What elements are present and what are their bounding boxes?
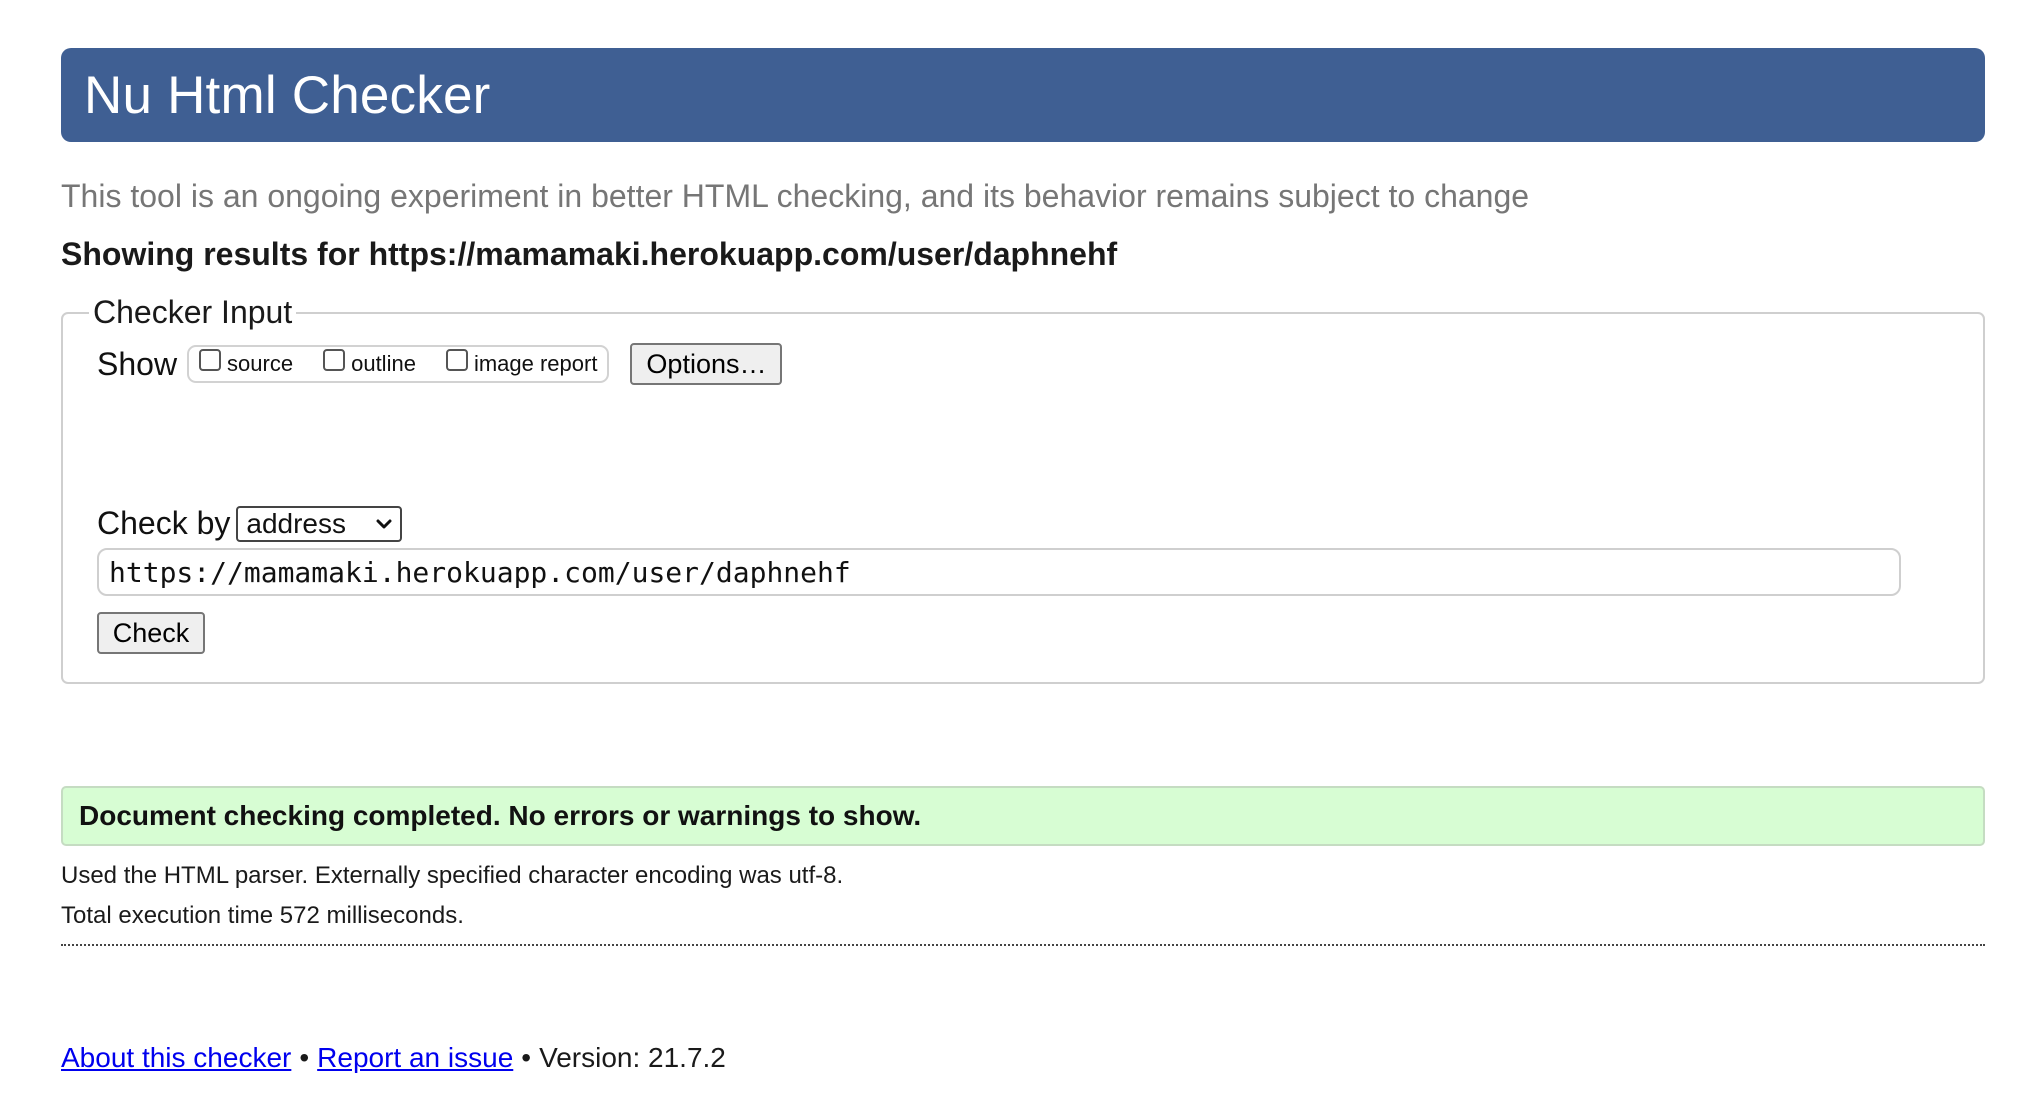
footer-separator: • (521, 1042, 532, 1073)
show-options-group: source outline image report (187, 345, 610, 383)
header-banner: Nu Html Checker (61, 48, 1985, 142)
outline-label: outline (351, 351, 416, 376)
page: Nu Html Checker This tool is an ongoing … (61, 0, 2030, 1074)
report-issue-link[interactable]: Report an issue (317, 1042, 513, 1073)
result-details: Used the HTML parser. Externally specifi… (61, 860, 2030, 932)
source-checkbox[interactable] (199, 349, 222, 371)
chevron-down-icon (376, 519, 392, 528)
image-report-label: image report (473, 351, 598, 376)
outline-checkbox[interactable] (323, 349, 346, 371)
version-text: Version: 21.7.2 (539, 1042, 726, 1073)
show-image-report-option[interactable]: image report (445, 349, 598, 377)
show-source-option[interactable]: source (199, 349, 294, 377)
checker-input-fieldset: Checker Input Show source outline image … (61, 294, 1985, 684)
check-by-selected-value: address (246, 507, 347, 539)
success-message: Document checking completed. No errors o… (61, 786, 1985, 846)
footer-separator: • (299, 1042, 310, 1073)
url-input[interactable]: https://mamamaki.herokuapp.com/user/daph… (97, 548, 1901, 596)
dotted-divider (61, 944, 1985, 946)
image-report-checkbox[interactable] (445, 349, 468, 371)
results-heading: Showing results for https://mamamaki.her… (61, 236, 1118, 272)
parser-note: Used the HTML parser. Externally specifi… (61, 862, 844, 889)
show-label: Show (97, 345, 178, 382)
checker-input-legend: Checker Input (93, 294, 293, 330)
check-by-select[interactable]: address (236, 505, 403, 542)
check-by-row: Check by address (97, 505, 1983, 542)
about-checker-link[interactable]: About this checker (61, 1042, 291, 1073)
source-label: source (227, 351, 294, 376)
tagline: This tool is an ongoing experiment in be… (61, 178, 1530, 214)
show-row: Show source outline image report Options… (97, 343, 1983, 385)
footer: About this checker • Report an issue • Versi… (61, 1042, 2030, 1074)
show-outline-option[interactable]: outline (323, 349, 416, 377)
check-button[interactable]: Check (97, 612, 205, 654)
execution-time: Total execution time 572 milliseconds. (61, 902, 464, 929)
check-by-label: Check by (97, 505, 231, 541)
page-title: Nu Html Checker (84, 65, 491, 125)
options-button[interactable]: Options… (630, 343, 783, 385)
